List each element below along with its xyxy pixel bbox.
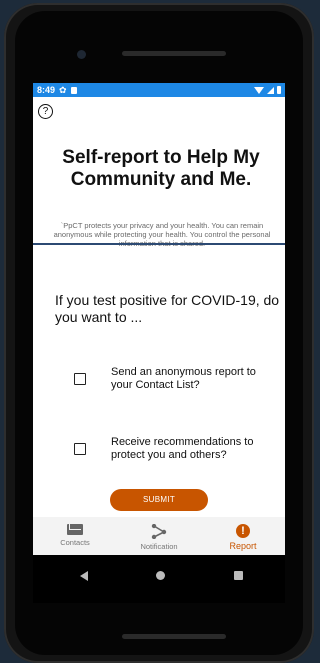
anonymous-report-checkbox[interactable] [74,373,86,385]
tab-label: Notification [140,542,178,551]
status-time: 8:49 [37,85,56,95]
option-recommendations[interactable]: Receive recommendations to protect you a… [74,436,274,462]
camera-icon [77,50,86,59]
tab-label: Contacts [60,538,90,547]
submit-button[interactable]: SUBMIT [110,489,208,511]
cell-signal-icon [267,86,274,94]
recents-icon[interactable] [234,571,243,580]
bottom-navigation: Contacts Notification ! Report [33,517,285,555]
divider [33,243,285,245]
tab-report[interactable]: ! Report [201,517,285,555]
option-label: Receive recommendations to protect you a… [111,436,254,461]
bottom-speaker [122,634,226,639]
phone-screen: 8:49 ✿ ? Self-report to Help My Communit… [33,83,285,603]
android-navigation-bar [33,555,285,603]
option-anonymous-report[interactable]: Send an anonymous report to your Contact… [74,366,274,392]
page-title: Self-report to Help My Community and Me. [62,147,260,190]
recommendations-checkbox[interactable] [74,443,86,455]
sd-card-icon [70,86,77,94]
gear-icon: ✿ [59,84,67,95]
mail-icon [67,524,83,535]
wifi-icon [254,86,264,94]
option-label: Send an anonymous report to your Contact… [111,366,256,391]
status-icons [254,86,281,94]
tab-label: Report [229,541,257,551]
battery-icon [277,86,281,94]
question-mark-circle-icon[interactable]: ? [38,104,53,119]
home-icon[interactable] [156,571,165,580]
share-icon [151,524,167,539]
status-bar: 8:49 ✿ [33,83,285,97]
alert-icon: ! [236,524,250,538]
top-speaker [122,51,226,56]
tab-notification[interactable]: Notification [117,517,201,555]
tab-contacts[interactable]: Contacts [33,517,117,555]
back-icon[interactable] [80,571,88,581]
question-text: If you test positive for COVID-19, do yo… [55,292,280,325]
